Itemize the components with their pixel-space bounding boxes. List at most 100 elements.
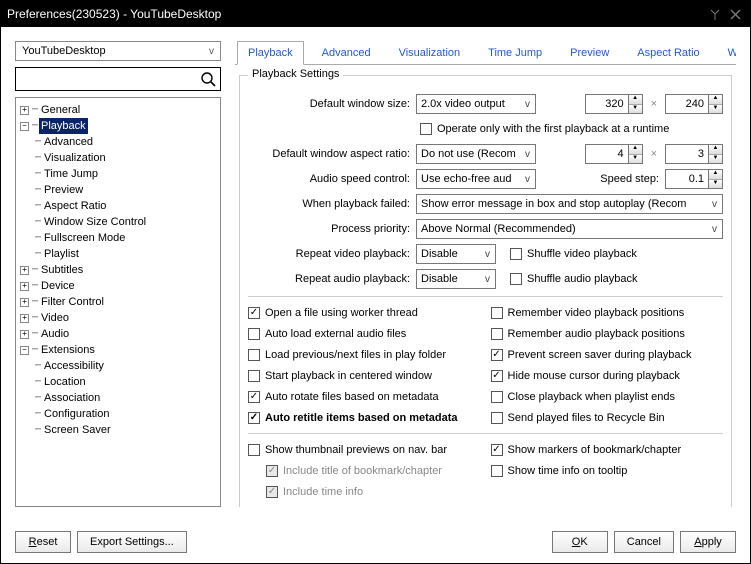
tree-label: Video: [39, 310, 71, 326]
tree-item-advanced[interactable]: ⋯Advanced: [20, 134, 216, 150]
checkbox-remember-video-playback-positions[interactable]: Remember video playback positions: [491, 303, 724, 322]
select-default-aspect[interactable]: Do not use (Recom: [416, 144, 536, 164]
checkbox-icon: [491, 328, 503, 340]
tree-label: Filter Control: [39, 294, 106, 310]
checkbox-show-thumbnail-previews-on-nav-bar[interactable]: Show thumbnail previews on nav. bar: [248, 440, 481, 459]
checkbox-icon: [510, 248, 522, 260]
expand-icon[interactable]: +: [20, 298, 29, 307]
collapse-icon[interactable]: −: [20, 346, 29, 355]
checkbox-auto-load-external-audio-files[interactable]: Auto load external audio files: [248, 324, 481, 343]
checkbox-prevent-screen-saver-during-playback[interactable]: Prevent screen saver during playback: [491, 345, 724, 364]
select-repeat-video[interactable]: Disable: [416, 244, 496, 264]
input-size-width[interactable]: 320▲▼: [585, 94, 643, 114]
checkbox-auto-rotate-files-based-on-metadata[interactable]: Auto rotate files based on metadata: [248, 387, 481, 406]
tree-item-time-jump[interactable]: ⋯Time Jump: [20, 166, 216, 182]
checkbox-shuffle-video[interactable]: Shuffle video playback: [510, 245, 637, 264]
tab-aspect-ratio[interactable]: Aspect Ratio: [627, 42, 709, 64]
checkbox-icon: [248, 370, 260, 382]
checkbox-show-time-info-on-tooltip[interactable]: Show time info on tooltip: [491, 461, 724, 480]
pin-icon[interactable]: [706, 5, 724, 23]
checkbox-operate-first[interactable]: Operate only with the first playback at …: [420, 120, 669, 139]
checkbox-close-playback-when-playlist-ends[interactable]: Close playback when playlist ends: [491, 387, 724, 406]
checkbox-send-played-files-to-recycle-bin[interactable]: Send played files to Recycle Bin: [491, 408, 724, 427]
expand-icon[interactable]: +: [20, 266, 29, 275]
input-size-height[interactable]: 240▲▼: [665, 94, 723, 114]
spinner-size-width[interactable]: ▲▼: [628, 95, 642, 113]
tree-item-location[interactable]: ⋯Location: [20, 374, 216, 390]
spinner-size-height[interactable]: ▲▼: [708, 95, 722, 113]
expand-icon[interactable]: +: [20, 314, 29, 323]
tab-wir[interactable]: Wir: [718, 42, 736, 64]
checkbox-hide-mouse-cursor-during-playback[interactable]: Hide mouse cursor during playback: [491, 366, 724, 385]
expand-icon[interactable]: +: [20, 282, 29, 291]
checkbox-remember-audio-playback-positions[interactable]: Remember audio playback positions: [491, 324, 724, 343]
tree-label: Subtitles: [39, 262, 85, 278]
checkbox-icon: [248, 328, 260, 340]
checkbox-load-previous-next-files-in-play-folder[interactable]: Load previous/next files in play folder: [248, 345, 481, 364]
tab-visualization[interactable]: Visualization: [389, 42, 471, 64]
tree-item-accessibility[interactable]: ⋯Accessibility: [20, 358, 216, 374]
select-default-window-size[interactable]: 2.0x video output: [416, 94, 536, 114]
expand-icon[interactable]: +: [20, 106, 29, 115]
select-process-priority[interactable]: Above Normal (Recommended): [416, 219, 723, 239]
select-when-failed[interactable]: Show error message in box and stop autop…: [416, 194, 723, 214]
select-repeat-audio[interactable]: Disable: [416, 269, 496, 289]
tree-item-audio[interactable]: +⋯Audio: [20, 326, 216, 342]
select-audio-speed[interactable]: Use echo-free aud: [416, 169, 536, 189]
close-icon[interactable]: [726, 5, 744, 23]
input-ar-width[interactable]: 4▲▼: [585, 144, 643, 164]
checkbox-start-playback-in-centered-window[interactable]: Start playback in centered window: [248, 366, 481, 385]
profile-dropdown[interactable]: YouTubeDesktop: [15, 41, 221, 61]
checkbox-open-a-file-using-worker-thread[interactable]: Open a file using worker thread: [248, 303, 481, 322]
tab-advanced[interactable]: Advanced: [312, 42, 381, 64]
titlebar[interactable]: Preferences(230523) - YouTubeDesktop: [1, 1, 750, 27]
checkbox-shuffle-audio[interactable]: Shuffle audio playback: [510, 270, 638, 289]
tree-item-window-size-control[interactable]: ⋯Window Size Control: [20, 214, 216, 230]
label-repeat-audio: Repeat audio playback:: [248, 273, 416, 285]
tree-item-aspect-ratio[interactable]: ⋯Aspect Ratio: [20, 198, 216, 214]
checkbox-show-markers-of-bookmark-chapter[interactable]: Show markers of bookmark/chapter: [491, 440, 724, 459]
label-process-priority: Process priority:: [248, 223, 416, 235]
tree-item-preview[interactable]: ⋯Preview: [20, 182, 216, 198]
search-input[interactable]: [22, 70, 198, 88]
expand-icon[interactable]: +: [20, 330, 29, 339]
tree-item-playlist[interactable]: ⋯Playlist: [20, 246, 216, 262]
tree-item-filter-control[interactable]: +⋯Filter Control: [20, 294, 216, 310]
search-icon[interactable]: [198, 69, 218, 89]
tree-label: Time Jump: [42, 166, 100, 182]
tree-item-visualization[interactable]: ⋯Visualization: [20, 150, 216, 166]
export-settings-button[interactable]: Export Settings...: [77, 531, 187, 553]
reset-button[interactable]: Reset: [15, 531, 71, 553]
tree-item-playback[interactable]: −⋯Playback: [20, 118, 216, 134]
checkbox-icon: [248, 307, 260, 319]
tree-label: Advanced: [42, 134, 95, 150]
checkbox-auto-retitle-items-based-on-metadata[interactable]: Auto retitle items based on metadata: [248, 408, 481, 427]
tree-item-subtitles[interactable]: +⋯Subtitles: [20, 262, 216, 278]
tree-item-video[interactable]: +⋯Video: [20, 310, 216, 326]
checkbox-icon: [266, 465, 278, 477]
search-box[interactable]: [15, 67, 221, 91]
tree-label: Screen Saver: [42, 422, 113, 438]
settings-tree[interactable]: +⋯General−⋯Playback⋯Advanced⋯Visualizati…: [15, 97, 221, 507]
tree-item-general[interactable]: +⋯General: [20, 102, 216, 118]
apply-button[interactable]: Apply: [680, 531, 736, 553]
spinner-ar-width[interactable]: ▲▼: [628, 145, 642, 163]
input-ar-height[interactable]: 3▲▼: [665, 144, 723, 164]
ok-button[interactable]: OK: [552, 531, 608, 553]
collapse-icon[interactable]: −: [20, 122, 29, 131]
tree-item-extensions[interactable]: −⋯Extensions: [20, 342, 216, 358]
input-speed-step[interactable]: 0.1▲▼: [665, 169, 723, 189]
checkbox-icon: [491, 444, 503, 456]
cancel-button[interactable]: Cancel: [614, 531, 674, 553]
tree-item-association[interactable]: ⋯Association: [20, 390, 216, 406]
spinner-ar-height[interactable]: ▲▼: [708, 145, 722, 163]
tab-time-jump[interactable]: Time Jump: [478, 42, 552, 64]
label-repeat-video: Repeat video playback:: [248, 248, 416, 260]
tree-item-configuration[interactable]: ⋯Configuration: [20, 406, 216, 422]
tab-playback[interactable]: Playback: [237, 41, 304, 65]
tree-item-fullscreen-mode[interactable]: ⋯Fullscreen Mode: [20, 230, 216, 246]
spinner-speed-step[interactable]: ▲▼: [708, 170, 722, 188]
tree-item-device[interactable]: +⋯Device: [20, 278, 216, 294]
tab-preview[interactable]: Preview: [560, 42, 619, 64]
tree-item-screen-saver[interactable]: ⋯Screen Saver: [20, 422, 216, 438]
